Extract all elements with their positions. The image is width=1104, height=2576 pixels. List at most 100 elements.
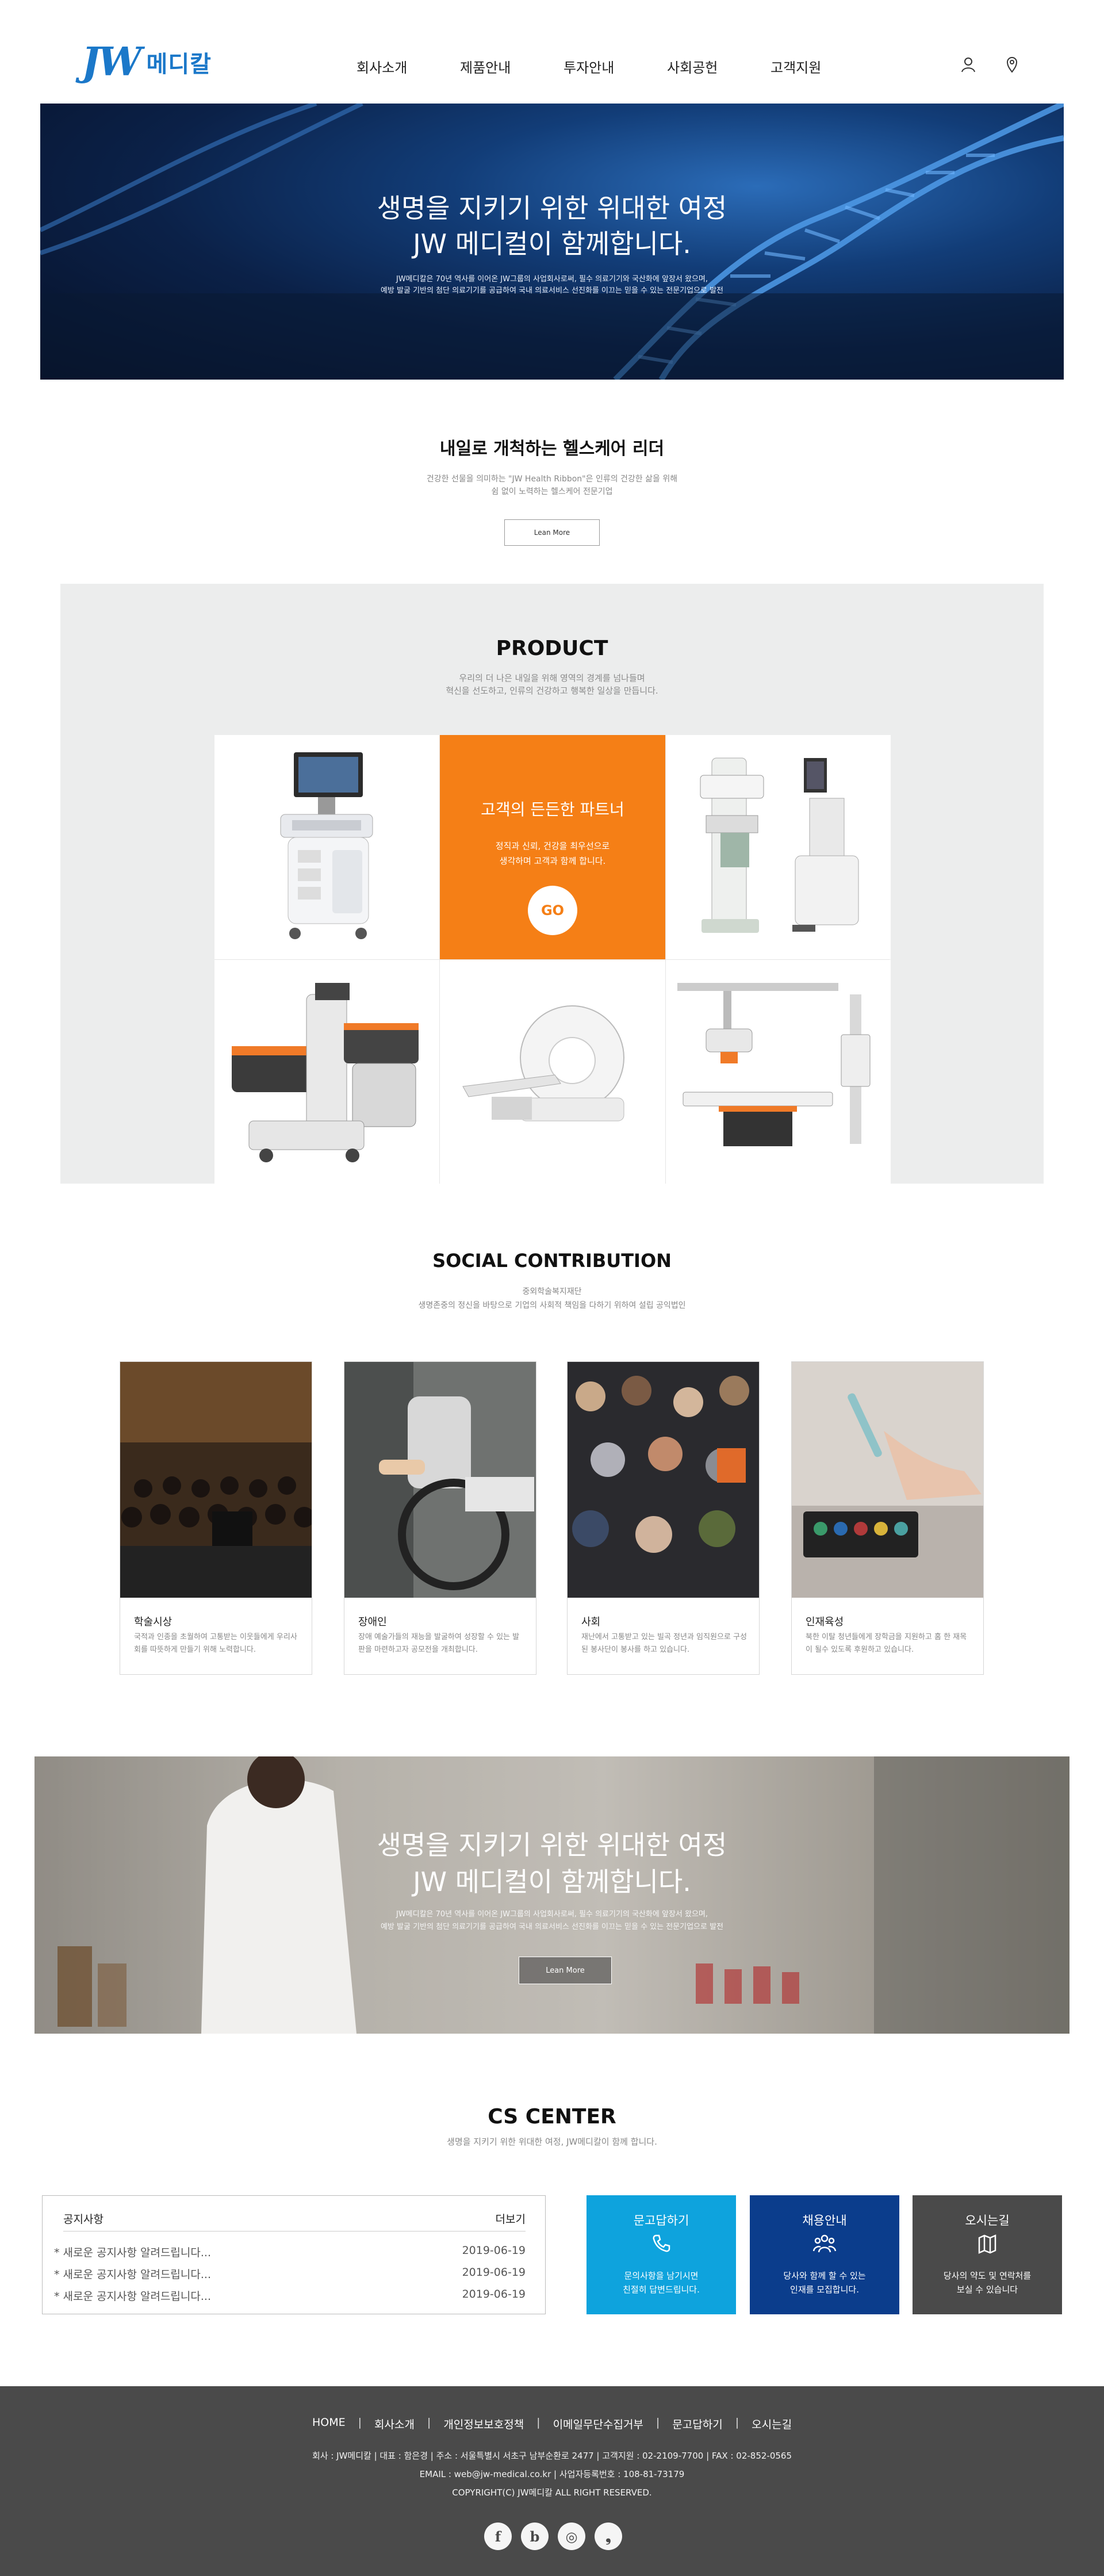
hero-title-line1: 생명을 지키기 위한 위대한 여정 [377, 193, 727, 224]
notice-title: 공지사항 [63, 2213, 103, 2226]
kakao-story-icon[interactable]: ❟ [595, 2523, 622, 2550]
footer-link-directions[interactable]: 오시는길 [752, 2416, 792, 2432]
footer-link-company[interactable]: 회사소개 [374, 2416, 415, 2432]
intro-title: 내일로 개척하는 헬스케어 리더 [439, 439, 665, 459]
directions-box-title: 오시는길 [965, 2214, 1010, 2227]
logo-text: 메디칼 [146, 51, 212, 78]
wheelchair-photo [344, 1362, 536, 1598]
social-sub-line1: 중외학술복지재단 [522, 1287, 582, 1296]
promo-sub-line1: 정직과 신뢰, 건강을 최우선으로 [495, 841, 610, 851]
intro-sub-line1: 건강한 선물을 의미하는 "JW Health Ribbon"은 인류의 건강한… [426, 474, 678, 484]
user-icon[interactable] [958, 54, 979, 75]
product-title: PRODUCT [496, 637, 608, 660]
social-card-talent[interactable]: 인재육성 북한 이탈 청년들에게 장학금을 지원하고 홈 한 재목이 될수 있도… [791, 1361, 984, 1675]
recruit-box[interactable]: 채용안내 당사와 함께 할 수 있는 인재를 모집합니다. [750, 2195, 899, 2314]
logo[interactable]: JW 메디칼 [82, 39, 212, 85]
nav-company[interactable]: 회사소개 [356, 56, 460, 76]
cs-title: CS CENTER [488, 2105, 616, 2129]
footer-link-qna[interactable]: 문고답하기 [672, 2416, 722, 2432]
blog-icon[interactable]: b [521, 2523, 549, 2550]
recruit-box-title: 채용안내 [802, 2214, 847, 2227]
academic-photo [120, 1362, 312, 1598]
footer-link-home[interactable]: HOME [312, 2416, 346, 2432]
site-header: JW 메디칼 회사소개 제품안내 투자안내 사회공헌 고객지원 [0, 0, 1104, 104]
footer-separator: | [656, 2416, 660, 2429]
footer-separator: | [536, 2416, 540, 2429]
directions-box-text-line2: 보실 수 있습니다 [956, 2284, 1018, 2295]
lab-banner-sub-line2: 예방 발굴 기반의 첨단 의료기기를 공급하여 국내 의료서비스 선진화를 이끄… [380, 1923, 724, 1931]
crowd-photo [568, 1362, 759, 1598]
lab-banner-title-line2: JW 메디컬이 함께합니다. [413, 1866, 691, 1897]
hero-sub-line2: 예방 발굴 기반의 첨단 의료기기를 공급하여 국내 의료서비스 선진화를 이끄… [380, 286, 724, 295]
intro-sub-line2: 쉼 없이 노력하는 헬스케어 전문기업 [491, 487, 613, 496]
social-links: f b ◎ ❟ [484, 2523, 622, 2550]
lab-banner-sub-line1: JW메디칼은 70년 역사를 이어온 JW그룹의 사업회사로써, 필수 의료기기… [396, 1910, 708, 1919]
directions-box[interactable]: 오시는길 당사의 약도 및 연락처를 보실 수 있습니다 [913, 2195, 1062, 2314]
qna-box-text-line2: 친절히 답변드립니다. [623, 2284, 700, 2295]
social-title: SOCIAL CONTRIBUTION [432, 1250, 672, 1272]
qna-box-text-line1: 문의사항을 남기시면 [624, 2271, 699, 2281]
card-text: 장애 예술가들의 재능을 발굴하여 성장할 수 있는 발판을 마련하고자 공모전… [358, 1633, 520, 1654]
recruit-box-text-line1: 당사와 함께 할 수 있는 [783, 2271, 866, 2281]
location-pin-icon[interactable] [1002, 54, 1022, 75]
hero-sub-line1: JW메디칼은 70년 역사를 이어온 JW그룹의 사업회사로써, 필수 의료기기… [396, 275, 708, 284]
social-card-academic[interactable]: 학술시상 국적과 인종을 초월하여 고통받는 이웃들에게 우리사회를 따뜻하게 … [120, 1361, 312, 1675]
promo-card: 고객의 든든한 파트너 정직과 신뢰, 건강을 최우선으로 생각하며 고객과 함… [440, 735, 665, 959]
notice-row-title[interactable]: * 새로운 공지사항 알려드립니다... [54, 2266, 211, 2282]
hero-title-line2: JW 메디컬이 함께합니다. [413, 228, 691, 259]
card-title: 장애인 [358, 1616, 387, 1628]
map-icon [976, 2232, 999, 2255]
notice-more-link[interactable]: 더보기 [496, 2211, 526, 2231]
product-section: PRODUCT 우리의 더 나은 내일을 위해 영역의 경계를 넘나들며 혁신을… [60, 584, 1044, 1184]
product-x-ray-image[interactable] [666, 960, 891, 1184]
promo-sub-line2: 생각하며 고객과 함께 합니다. [499, 856, 606, 866]
card-title: 학술시상 [134, 1616, 172, 1628]
notice-row-date: 2019-06-19 [462, 2266, 526, 2279]
card-title: 사회 [581, 1616, 601, 1628]
nav-social[interactable]: 사회공헌 [667, 56, 770, 76]
logo-mark: JW [82, 39, 142, 85]
footer-contact-info: EMAIL : web@jw-medical.co.kr | 사업자등록번호 :… [419, 2469, 685, 2479]
go-button[interactable]: GO [528, 886, 577, 935]
footer-link-email-policy[interactable]: 이메일무단수집거부 [553, 2416, 643, 2432]
instagram-icon[interactable]: ◎ [558, 2523, 585, 2550]
intro-learn-more-button[interactable]: Lean More [504, 519, 600, 546]
notice-row-title[interactable]: * 새로운 공지사항 알려드립니다... [54, 2288, 211, 2303]
card-text: 북한 이탈 청년들에게 장학금을 지원하고 홈 한 재목이 될수 있도록 후원하… [806, 1633, 967, 1654]
footer-copyright: COPYRIGHT(C) JW메디칼 ALL RIGHT RESERVED. [452, 2487, 652, 2498]
product-grid: 고객의 든든한 파트너 정직과 신뢰, 건강을 최우선으로 생각하며 고객과 함… [214, 735, 891, 1184]
product-ultrasound-image[interactable] [214, 735, 439, 959]
product-mammography-image[interactable] [666, 735, 891, 959]
social-card-society[interactable]: 사회 재난에서 고통받고 있는 빌곡 정년과 임직원으로 구성된 봉사단이 봉사… [567, 1361, 760, 1675]
qna-box[interactable]: 문고답하기 문의사항을 남기시면 친절히 답변드립니다. [586, 2195, 736, 2314]
painting-photo [792, 1362, 983, 1598]
footer-separator: | [735, 2416, 739, 2429]
nav-products[interactable]: 제품안내 [460, 56, 564, 76]
card-text: 재난에서 고통받고 있는 빌곡 정년과 임직원으로 구성된 봉사단이 봉사를 하… [581, 1633, 747, 1654]
footer-company-info: 회사 : JW메디칼 | 대표 : 함은경 | 주소 : 서울특별시 서초구 남… [312, 2451, 792, 2461]
footer-nav: HOME | 회사소개 | 개인정보보호정책 | 이메일무단수집거부 | 문고답… [0, 2416, 1104, 2432]
recruit-box-text-line2: 인재를 모집합니다. [790, 2284, 859, 2295]
people-icon [813, 2232, 836, 2255]
footer-separator: | [427, 2416, 431, 2429]
lab-banner-learn-more-button[interactable]: Lean More [519, 1957, 612, 1984]
main-nav: 회사소개 제품안내 투자안내 사회공헌 고객지원 [356, 56, 874, 76]
promo-title: 고객의 든든한 파트너 [481, 800, 624, 819]
notice-board: 공지사항 더보기 * 새로운 공지사항 알려드립니다... 2019-06-19… [42, 2195, 546, 2314]
nav-support[interactable]: 고객지원 [770, 56, 874, 76]
phone-icon [650, 2232, 673, 2255]
notice-row[interactable]: * 새로운 공지사항 알려드립니다... 2019-06-19 [54, 2266, 526, 2282]
directions-box-text-line1: 당사의 약도 및 연락처를 [943, 2271, 1032, 2281]
product-c-arm-image[interactable] [214, 960, 439, 1184]
notice-row[interactable]: * 새로운 공지사항 알려드립니다... 2019-06-19 [54, 2244, 526, 2260]
notice-row[interactable]: * 새로운 공지사항 알려드립니다... 2019-06-19 [54, 2288, 526, 2303]
nav-investment[interactable]: 투자안내 [564, 56, 667, 76]
facebook-icon[interactable]: f [484, 2523, 512, 2550]
lab-banner: 생명을 지키기 위한 위대한 여정 JW 메디컬이 함께합니다. JW메디칼은 … [34, 1756, 1070, 2034]
product-ct-scanner-image[interactable] [440, 960, 665, 1184]
notice-row-title[interactable]: * 새로운 공지사항 알려드립니다... [54, 2244, 211, 2260]
notice-row-date: 2019-06-19 [462, 2288, 526, 2301]
footer-separator: | [358, 2416, 362, 2429]
social-card-disabled[interactable]: 장애인 장애 예술가들의 재능을 발굴하여 성장할 수 있는 발판을 마련하고자… [344, 1361, 536, 1675]
footer-link-privacy[interactable]: 개인정보보호정책 [443, 2416, 524, 2432]
